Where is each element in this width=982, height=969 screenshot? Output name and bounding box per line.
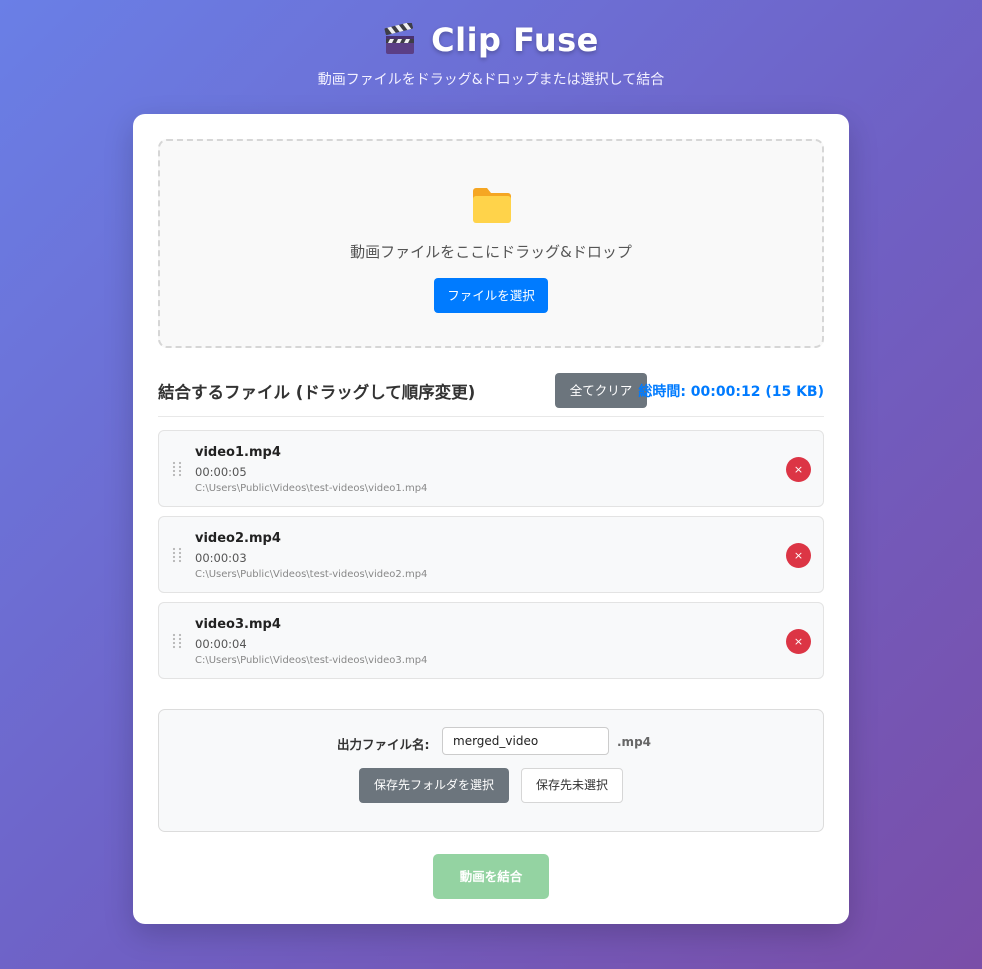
clear-all-button[interactable]: 全てクリア <box>555 373 647 408</box>
drop-zone[interactable]: 動画ファイルをここにドラッグ&ドロップ ファイルを選択 <box>158 139 824 348</box>
drag-handle-icon[interactable] <box>172 547 182 563</box>
app-header: Clip Fuse 動画ファイルをドラッグ&ドロップまたは選択して結合 <box>0 18 982 89</box>
file-list-item[interactable]: video2.mp4 00:00:03 C:\Users\Public\Vide… <box>158 516 824 593</box>
output-filename-input[interactable] <box>442 727 609 755</box>
file-list: video1.mp4 00:00:05 C:\Users\Public\Vide… <box>158 430 824 688</box>
drag-handle-icon[interactable] <box>172 461 182 477</box>
remove-file-button[interactable]: × <box>786 543 811 568</box>
file-path: C:\Users\Public\Videos\test-videos\video… <box>195 569 428 580</box>
total-duration: 総時間: 00:00:12 (15 KB) <box>638 384 824 400</box>
app-title: Clip Fuse <box>431 21 599 59</box>
folder-icon <box>473 188 511 223</box>
file-list-header: 結合するファイル (ドラッグして順序変更) 全てクリア 総時間: 00:00:1… <box>158 370 824 417</box>
file-duration: 00:00:04 <box>195 637 247 651</box>
output-settings-panel: 出力ファイル名: .mp4 保存先フォルダを選択 保存先未選択 <box>158 709 824 832</box>
remove-file-button[interactable]: × <box>786 629 811 654</box>
file-duration: 00:00:05 <box>195 465 247 479</box>
select-output-folder-button[interactable]: 保存先フォルダを選択 <box>359 768 509 803</box>
drag-handle-icon[interactable] <box>172 633 182 649</box>
merge-videos-button[interactable]: 動画を結合 <box>433 854 549 899</box>
output-filename-label: 出力ファイル名: <box>337 737 430 752</box>
select-file-button[interactable]: ファイルを選択 <box>434 278 548 313</box>
app-subtitle: 動画ファイルをドラッグ&ドロップまたは選択して結合 <box>317 72 665 88</box>
file-name: video3.mp4 <box>195 617 281 632</box>
output-folder-status: 保存先未選択 <box>521 768 623 803</box>
drop-zone-text: 動画ファイルをここにドラッグ&ドロップ <box>350 243 632 261</box>
main-card: 動画ファイルをここにドラッグ&ドロップ ファイルを選択 結合するファイル (ドラ… <box>133 114 849 924</box>
file-name: video1.mp4 <box>195 445 281 460</box>
file-duration: 00:00:03 <box>195 551 247 565</box>
clapperboard-icon <box>384 23 415 54</box>
remove-file-button[interactable]: × <box>786 457 811 482</box>
file-name: video2.mp4 <box>195 531 281 546</box>
file-path: C:\Users\Public\Videos\test-videos\video… <box>195 655 428 666</box>
file-extension-label: .mp4 <box>617 735 652 749</box>
file-path: C:\Users\Public\Videos\test-videos\video… <box>195 483 428 494</box>
file-list-item[interactable]: video3.mp4 00:00:04 C:\Users\Public\Vide… <box>158 602 824 679</box>
file-list-title: 結合するファイル (ドラッグして順序変更) <box>158 383 476 402</box>
file-list-item[interactable]: video1.mp4 00:00:05 C:\Users\Public\Vide… <box>158 430 824 507</box>
title-row: Clip Fuse <box>0 18 982 62</box>
